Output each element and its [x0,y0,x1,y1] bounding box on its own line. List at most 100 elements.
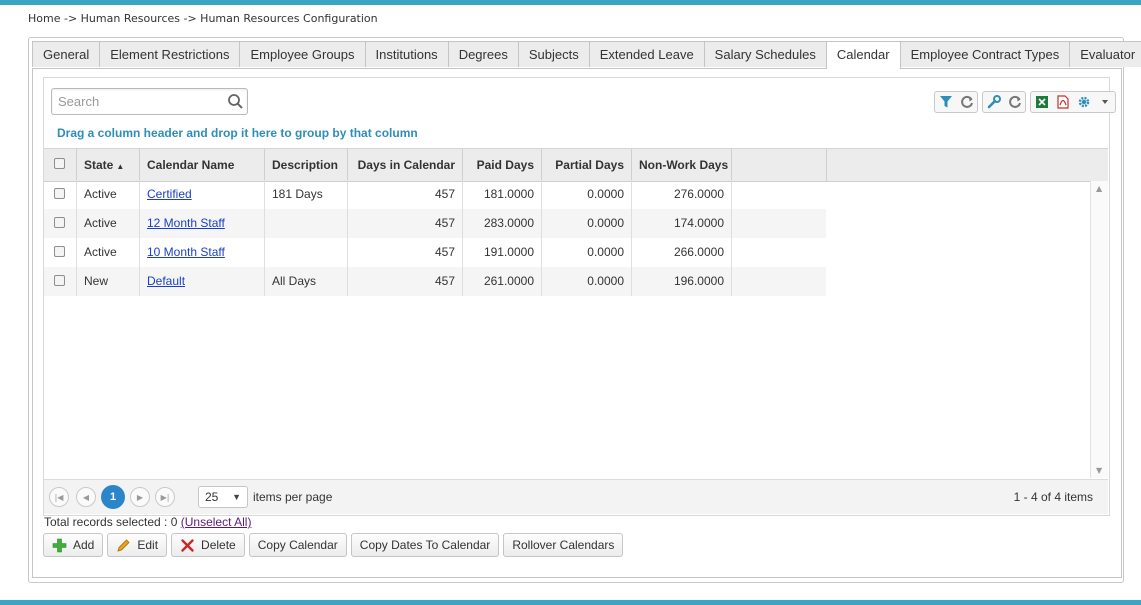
first-page-icon[interactable]: |◀ [49,487,69,507]
cell-calendar-name: Certified [140,180,265,209]
tools-group [982,91,1026,113]
search-icon[interactable] [227,93,244,110]
calendar-name-link[interactable]: 10 Month Staff [147,245,225,259]
row-checkbox[interactable] [54,246,65,257]
page-size-select[interactable]: 25 ▼ [198,486,248,508]
group-drop-hint[interactable]: Drag a column header and drop it here to… [57,126,418,140]
pdf-icon[interactable] [1052,92,1073,112]
selection-count: Total records selected : 0 [44,515,178,529]
tab-general[interactable]: General [32,41,101,67]
column-header-state[interactable]: State ▲ [77,149,140,181]
cell-partial-days: 0.0000 [542,180,632,209]
cell-description: 181 Days [265,180,348,209]
calendar-name-link[interactable]: Default [147,274,185,288]
cell-description: All Days [265,267,348,296]
add-button-label: Add [73,538,95,552]
unselect-all-link[interactable]: (Unselect All) [181,515,252,529]
row-checkbox[interactable] [54,188,65,199]
row-select-cell [44,238,77,267]
cell-calendar-name: 12 Month Staff [140,209,265,238]
search-input[interactable] [52,89,223,114]
cell-calendar-name: 10 Month Staff [140,238,265,267]
tab-degrees[interactable]: Degrees [447,41,519,67]
select-all-checkbox[interactable] [54,158,65,169]
table-row[interactable]: Active Certified 181 Days 457 181.0000 0… [44,180,826,209]
table-row[interactable]: New Default All Days 457 261.0000 0.0000… [44,267,826,296]
action-bar: Add Edit Delete Copy Calendar Copy Dates… [43,533,627,557]
cell-days-in-calendar: 457 [348,267,463,296]
chevron-down-icon: ▼ [232,492,241,502]
plus-icon [52,538,67,552]
cell-partial-days: 0.0000 [542,238,632,267]
edit-button-label: Edit [137,538,159,552]
caret-down-icon[interactable] [1094,92,1115,112]
current-page-button[interactable]: 1 [101,485,125,509]
tab-evaluator[interactable]: Evaluator [1069,41,1141,67]
cell-paid-days: 181.0000 [463,180,542,209]
bottom-accent-bar [0,600,1141,605]
tab-employee-groups[interactable]: Employee Groups [239,41,366,67]
delete-button[interactable]: Delete [171,533,245,557]
pencil-icon [117,538,130,552]
export-group [1030,91,1116,113]
row-select-cell [44,267,77,296]
table-row[interactable]: Active 10 Month Staff 457 191.0000 0.000… [44,238,826,267]
cell-state: New [77,267,140,296]
cell-paid-days: 261.0000 [463,267,542,296]
tab-subjects[interactable]: Subjects [517,41,590,67]
column-header-state-label: State [84,158,114,172]
filter-group [934,91,978,113]
row-select-cell [44,180,77,209]
tab-salary-schedules[interactable]: Salary Schedules [703,41,827,67]
calendar-name-link[interactable]: Certified [147,187,192,201]
cell-days-in-calendar: 457 [348,209,463,238]
refresh-icon[interactable] [1004,92,1025,112]
column-header-days-in-calendar[interactable]: Days in Calendar [348,149,463,181]
cell-non-work-days: 266.0000 [632,238,732,267]
add-button[interactable]: Add [43,533,104,557]
excel-icon[interactable] [1031,92,1052,112]
close-icon [181,538,194,552]
filter-icon[interactable] [935,92,956,112]
next-page-icon[interactable]: ▶ [130,487,150,507]
tab-calendar[interactable]: Calendar [825,41,901,69]
scroll-up-icon[interactable]: ▲ [1096,184,1102,193]
column-header-partial-days[interactable]: Partial Days [542,149,632,181]
cell-days-in-calendar: 457 [348,180,463,209]
last-page-icon[interactable]: ▶| [155,487,175,507]
previous-page-icon[interactable]: ◀ [76,487,96,507]
cell-partial-days: 0.0000 [542,267,632,296]
wrench-icon[interactable] [983,92,1004,112]
copy-calendar-button[interactable]: Copy Calendar [248,533,347,557]
vertical-scrollbar[interactable]: ▲ ▼ [1090,181,1108,478]
cell-days-in-calendar: 457 [348,238,463,267]
tab-institutions[interactable]: Institutions [364,41,449,67]
cell-state: Active [77,209,140,238]
refresh-icon[interactable] [956,92,977,112]
grid-header: State ▲ Calendar Name Description Days in… [44,148,1108,182]
scroll-down-icon[interactable]: ▼ [1096,466,1102,475]
select-all-cell [44,149,77,181]
cell-paid-days: 191.0000 [463,238,542,267]
top-accent-bar [0,0,1141,5]
gear-icon[interactable] [1073,92,1094,112]
row-checkbox[interactable] [54,275,65,286]
column-header-empty [732,149,827,181]
search-box [51,88,248,115]
edit-button[interactable]: Edit [107,533,168,557]
row-checkbox[interactable] [54,217,65,228]
tab-element-restrictions[interactable]: Element Restrictions [99,41,241,67]
column-header-description[interactable]: Description [265,149,348,181]
table-row[interactable]: Active 12 Month Staff 457 283.0000 0.000… [44,209,826,238]
column-header-paid-days[interactable]: Paid Days [463,149,542,181]
delete-button-label: Delete [201,538,236,552]
tab-employee-contract-types[interactable]: Employee Contract Types [899,41,1071,67]
calendar-name-link[interactable]: 12 Month Staff [147,216,225,230]
copy-dates-to-calendar-button[interactable]: Copy Dates To Calendar [350,533,500,557]
rollover-calendars-button[interactable]: Rollover Calendars [503,533,624,557]
cell-state: Active [77,238,140,267]
column-header-calendar-name[interactable]: Calendar Name [140,149,265,181]
column-header-non-work-days[interactable]: Non-Work Days [632,149,732,181]
cell-non-work-days: 174.0000 [632,209,732,238]
tab-extended-leave[interactable]: Extended Leave [588,41,705,67]
